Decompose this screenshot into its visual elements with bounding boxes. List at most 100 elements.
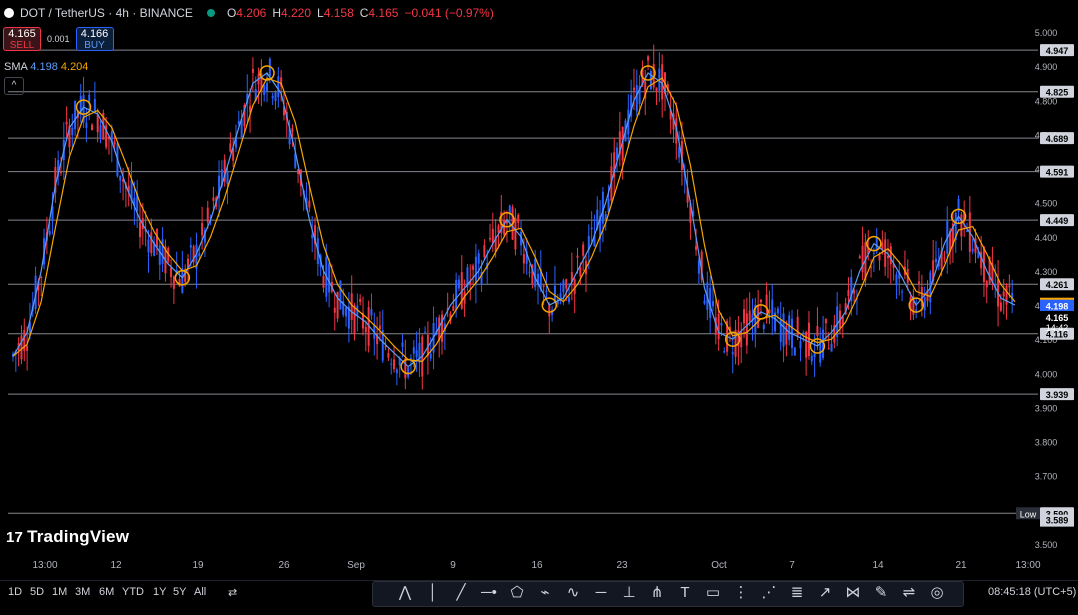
candle-body [960, 214, 963, 237]
horizontal-line-icon[interactable]: ─ [591, 583, 611, 603]
circle-icon[interactable]: ◎ [927, 583, 947, 603]
timeframe-1y[interactable]: 1Y [153, 586, 166, 598]
timeframe-3m[interactable]: 3M [75, 586, 90, 598]
timeframe-ytd[interactable]: YTD [122, 586, 144, 598]
fib-icon[interactable]: ⊥ [619, 583, 639, 603]
polyline-icon[interactable]: ⌁ [535, 583, 555, 603]
candle-body [861, 245, 864, 273]
candle-body [415, 350, 418, 358]
candle-body [96, 114, 99, 133]
curve-icon[interactable]: ∿ [563, 583, 583, 603]
candle-body [748, 310, 751, 321]
date-range-icon[interactable]: ⇄ [228, 586, 237, 599]
candle-body [534, 258, 537, 288]
level-tag-5: 4.261 [1046, 280, 1069, 290]
rectangle-icon[interactable]: ▭ [703, 583, 723, 603]
sma-legend[interactable]: SMA 4.198 4.204 [4, 61, 88, 73]
fib-retracement-icon[interactable]: ≣ [787, 583, 807, 603]
path-icon[interactable]: ⬠ [507, 583, 527, 603]
brush-icon[interactable]: ✎ [871, 583, 891, 603]
text-icon[interactable]: T [675, 583, 695, 603]
price-tick-13: 3.700 [1035, 472, 1058, 482]
buy-button[interactable]: 4.166 BUY [75, 27, 114, 51]
candle-body [647, 56, 650, 61]
low-value: 3.589 [1046, 516, 1069, 526]
level-tag-0: 4.947 [1046, 46, 1069, 56]
pitchfork-icon[interactable]: ⋔ [647, 583, 667, 603]
timeframe-1m[interactable]: 1M [52, 586, 67, 598]
vertical-line-icon[interactable]: │ [423, 583, 443, 603]
candle-body [884, 239, 887, 267]
candle-body [452, 305, 455, 312]
candle-body [401, 342, 404, 348]
candle-body [886, 255, 889, 259]
candle-body [387, 353, 390, 358]
clock-display[interactable]: 08:45:18 (UTC+5) [988, 586, 1076, 598]
level-tag-2: 4.689 [1046, 134, 1069, 144]
candle-body [271, 95, 274, 99]
candle-body [923, 297, 926, 311]
candle-body [424, 331, 427, 333]
ohlc-change: −0.041 (−0.97%) [404, 6, 494, 20]
candle-body [364, 326, 367, 333]
candle-body [113, 141, 116, 145]
candle-body [477, 253, 480, 264]
price-tags: 4.9474.8254.6894.5914.4494.2614.1163.939… [1016, 44, 1074, 527]
time-label-9: 7 [789, 560, 795, 571]
candle-body [528, 271, 531, 273]
horizontal-ray-icon[interactable]: ─• [479, 583, 499, 603]
candle-body [393, 359, 396, 370]
horizontal-levels [8, 49, 1038, 514]
candle-body [353, 305, 356, 334]
price-chart[interactable]: 5.0004.9004.8004.7004.6004.5004.4004.300… [0, 0, 1078, 580]
symbol-title[interactable]: DOT / TetherUS · 4h · BINANCE [20, 6, 193, 20]
candle-body [274, 92, 277, 102]
candle-body [251, 68, 254, 73]
candle-body [178, 278, 181, 287]
sell-button[interactable]: 4.165 SELL [3, 27, 41, 51]
zigzag-icon[interactable]: ⋰ [759, 583, 779, 603]
trend-angle-icon[interactable]: ↗ [815, 583, 835, 603]
time-label-6: 16 [531, 560, 543, 571]
gann-icon[interactable]: ⋮ [731, 583, 751, 603]
collapse-legend-button[interactable]: ^ [4, 77, 24, 95]
candle-body [934, 258, 937, 263]
candle-body [158, 245, 161, 265]
candle-body [429, 353, 432, 359]
candle-body [971, 248, 974, 252]
pattern-icon[interactable]: ⋀ [395, 583, 415, 603]
timeframe-6m[interactable]: 6M [99, 586, 114, 598]
candle-body [91, 124, 94, 131]
price-tick-0: 5.000 [1035, 28, 1058, 38]
timeframe-5y[interactable]: 5Y [173, 586, 186, 598]
candle-body [172, 276, 175, 289]
candle-body [830, 343, 833, 352]
timeframe-5d[interactable]: 5D [30, 586, 44, 598]
sma-fast-tag: 4.198 [1046, 302, 1069, 312]
candle-body [206, 207, 209, 223]
candle-body [390, 363, 393, 365]
candle-body [771, 299, 774, 316]
price-tick-12: 3.800 [1035, 438, 1058, 448]
level-tag-4: 4.449 [1046, 216, 1069, 226]
market-status-icon [206, 9, 215, 17]
candle-body [590, 227, 593, 230]
parallel-channel-icon[interactable]: ⇌ [899, 583, 919, 603]
candle-body [579, 267, 582, 277]
candle-body [824, 318, 827, 324]
candle-body [418, 342, 421, 363]
trendline-icon[interactable]: ╱ [451, 583, 471, 603]
ohlc-low: L4.158 [317, 6, 354, 20]
candle-body [548, 304, 551, 317]
candle-body [263, 85, 266, 95]
timeframe-1d[interactable]: 1D [8, 586, 22, 598]
timeframe-all[interactable]: All [194, 586, 206, 598]
candle-body [918, 281, 921, 284]
candle-body [816, 326, 819, 336]
xabcd-icon[interactable]: ⋈ [843, 583, 863, 603]
candle-body [878, 254, 881, 261]
candle-body [483, 245, 486, 258]
candle-body [85, 122, 88, 128]
candle-body [776, 308, 779, 314]
candle-body [322, 275, 325, 288]
